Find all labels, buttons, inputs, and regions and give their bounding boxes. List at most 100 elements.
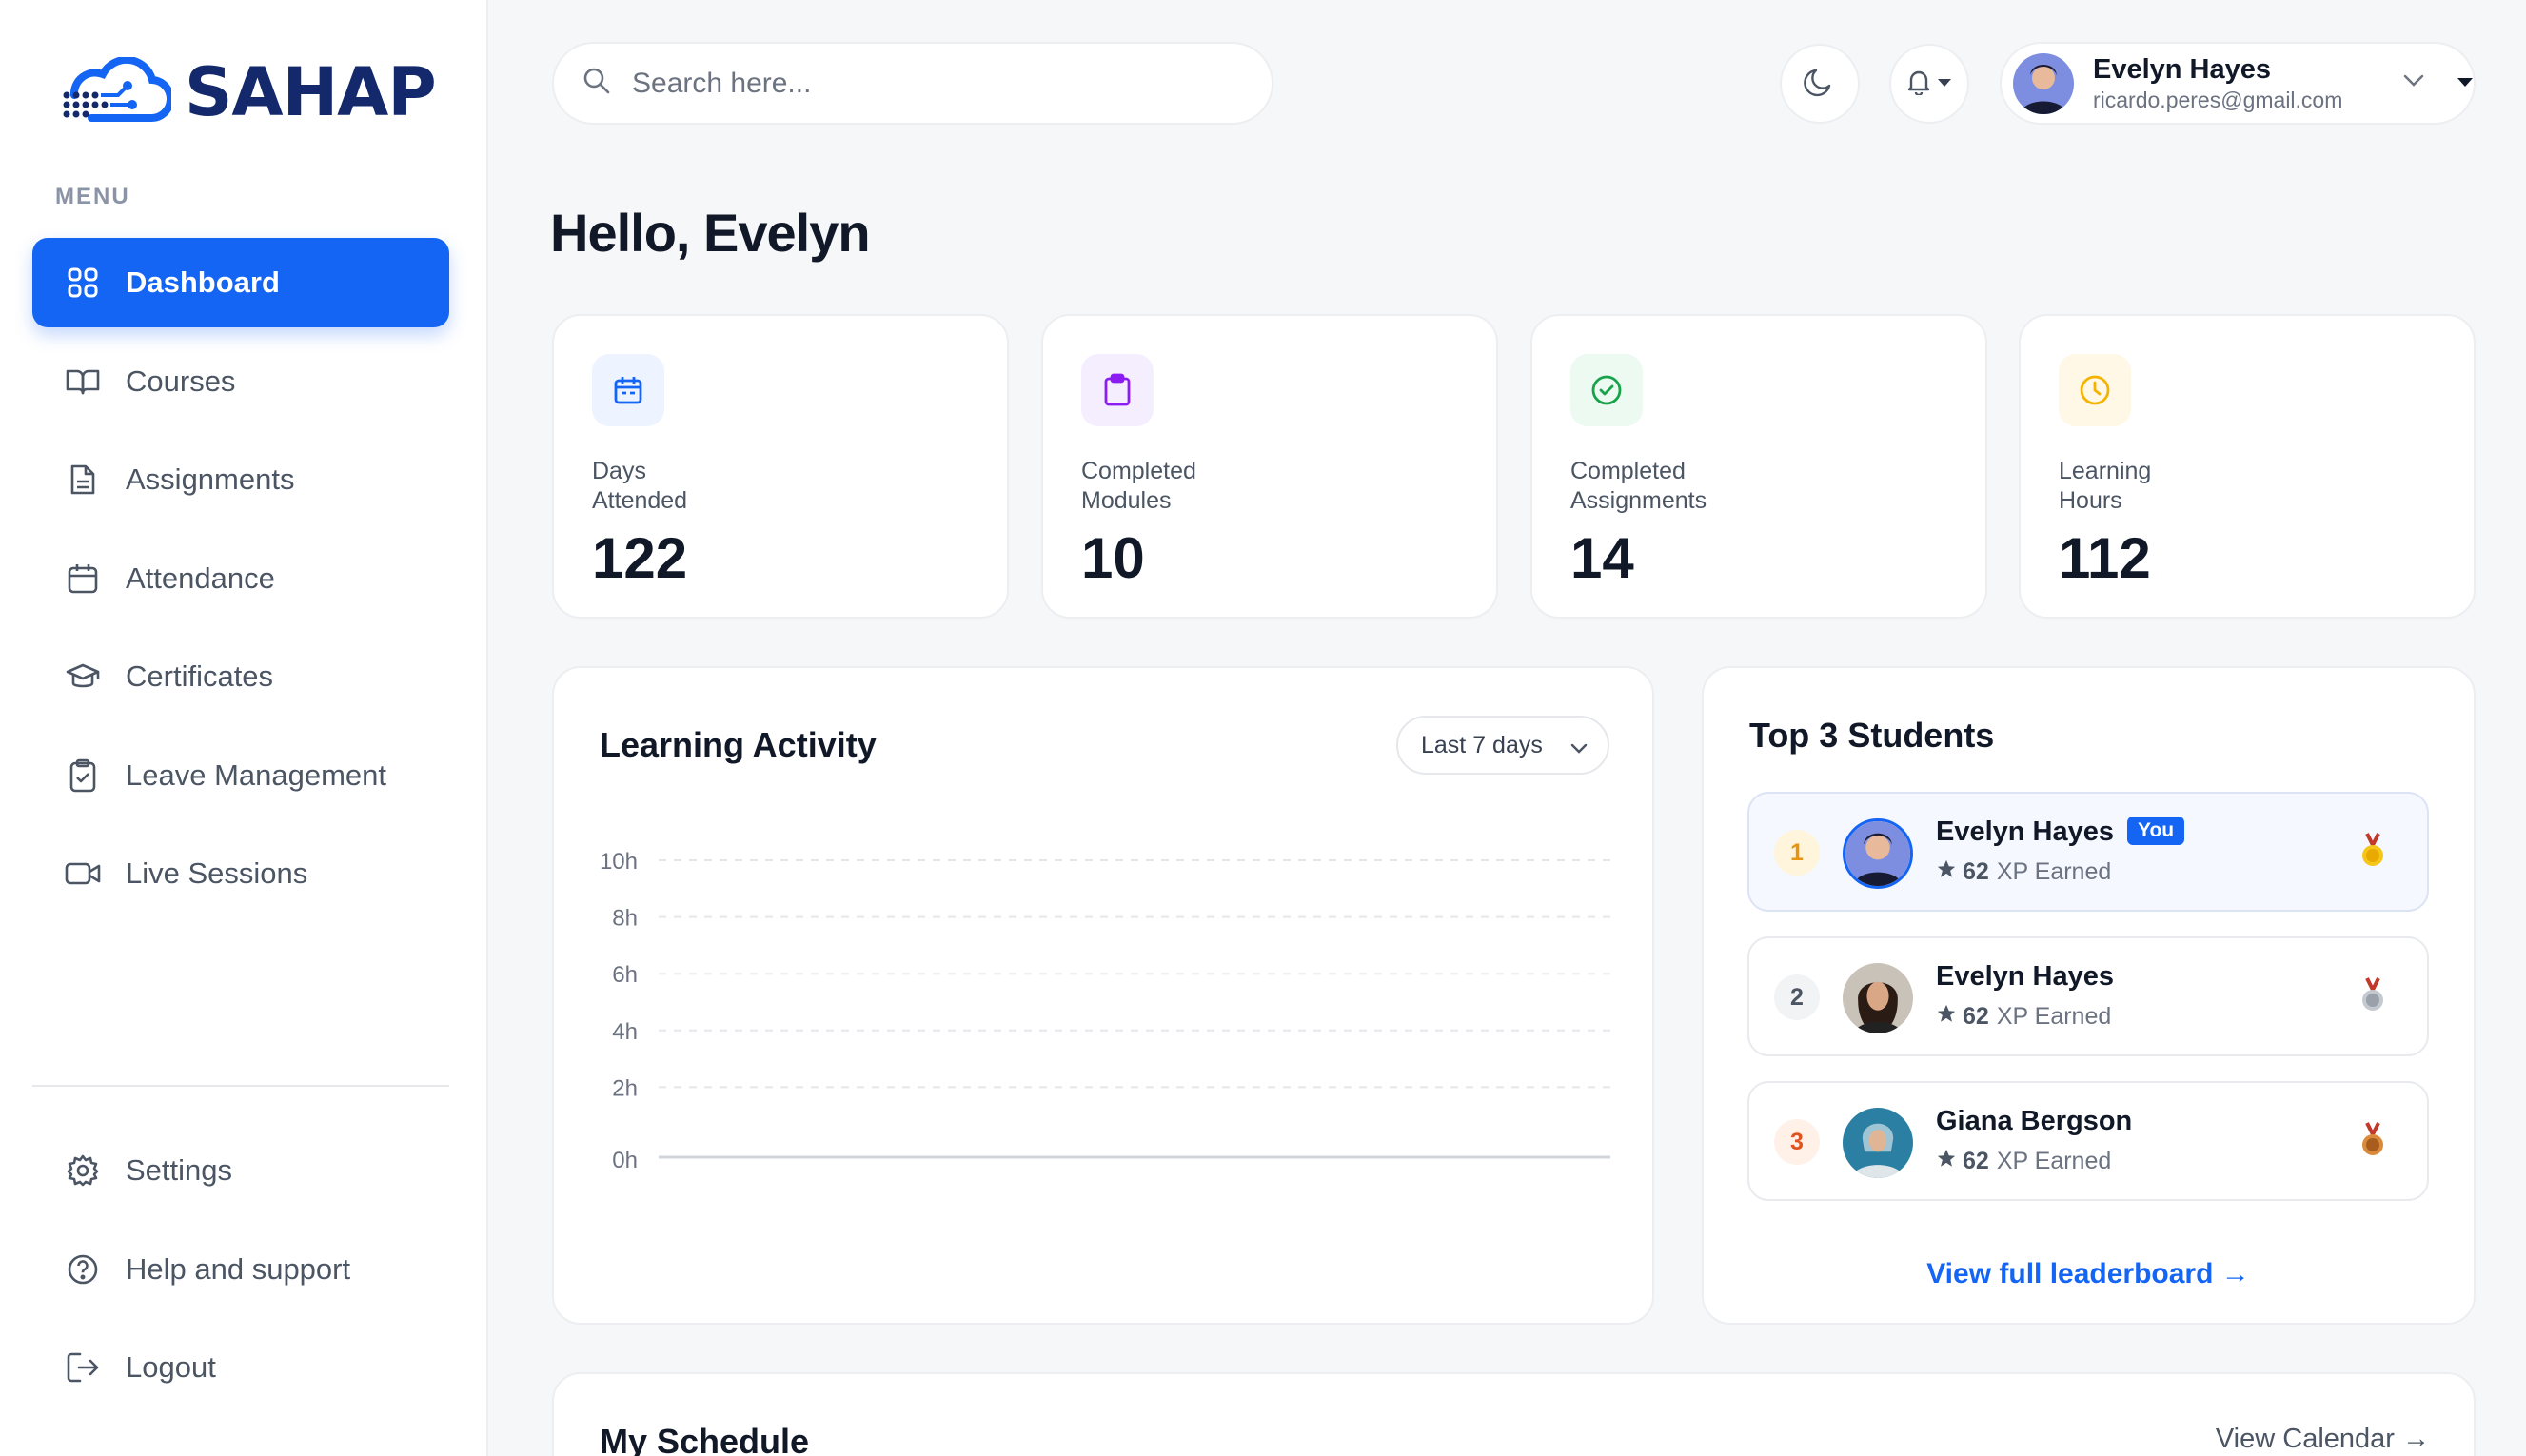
y-tick-label: 6h <box>612 962 638 988</box>
view-leaderboard-link[interactable]: View full leaderboard → <box>1704 1258 2473 1290</box>
clipboard-icon <box>1081 354 1154 426</box>
y-tick-label: 8h <box>612 906 638 932</box>
star-icon <box>1936 858 1957 886</box>
bell-icon <box>1906 69 1931 100</box>
video-icon <box>65 856 101 892</box>
file-text-icon <box>65 462 101 498</box>
gear-icon <box>65 1152 101 1189</box>
user-email: ricardo.peres@gmail.com <box>2093 87 2343 112</box>
clock-icon <box>2059 354 2131 426</box>
theme-toggle-button[interactable] <box>1780 44 1860 124</box>
sidebar-item-courses[interactable]: Courses <box>32 337 449 426</box>
secondary-nav: Settings Help and support Logout <box>32 1126 449 1422</box>
sidebar-item-help[interactable]: Help and support <box>32 1225 449 1314</box>
chevron-down-icon <box>1569 735 1589 762</box>
panel-title: Top 3 Students <box>1749 716 1995 755</box>
search-icon <box>582 67 611 100</box>
stat-value: 10 <box>1081 526 1145 590</box>
moon-icon <box>1803 65 1837 104</box>
sidebar-item-certificates[interactable]: Certificates <box>32 632 449 721</box>
menu-label: MENU <box>55 184 130 209</box>
sidebar-item-label: Leave Management <box>126 758 387 792</box>
stat-label: Completed Assignments <box>1570 458 1707 514</box>
sidebar-item-label: Dashboard <box>126 266 280 299</box>
stat-card-days-attended: Days Attended 122 <box>552 314 1009 619</box>
notifications-button[interactable] <box>1889 44 1969 124</box>
sidebar-item-label: Logout <box>126 1350 216 1384</box>
stat-card-learning-hours: Learning Hours 112 <box>2019 314 2476 619</box>
avatar <box>2013 52 2074 114</box>
student-name: Evelyn Hayes <box>1936 961 2115 992</box>
schedule-panel: My Schedule View Calendar → <box>552 1372 2476 1456</box>
search-bar[interactable] <box>552 42 1273 125</box>
sidebar-item-logout[interactable]: Logout <box>32 1323 449 1412</box>
sidebar-item-label: Live Sessions <box>126 856 308 890</box>
sidebar-item-label: Certificates <box>126 659 274 693</box>
sidebar-item-label: Attendance <box>126 561 275 595</box>
sidebar-item-label: Assignments <box>126 462 295 496</box>
rank-badge: 3 <box>1774 1119 1820 1165</box>
sidebar-item-label: Courses <box>126 364 236 398</box>
stat-value: 122 <box>592 526 688 590</box>
student-xp: 62 XP Earned <box>1936 1148 2111 1175</box>
sidebar: SAHAP MENU Dashboard Courses Assignments <box>0 0 488 1456</box>
sidebar-item-live-sessions[interactable]: Live Sessions <box>32 829 449 918</box>
rank-badge: 2 <box>1774 974 1820 1020</box>
cloud-logo-icon <box>63 57 171 122</box>
user-name: Evelyn Hayes <box>2093 53 2272 85</box>
stat-value: 14 <box>1570 526 1634 590</box>
panel-title: Learning Activity <box>600 725 877 764</box>
search-input[interactable] <box>632 67 1222 100</box>
main-nav: Dashboard Courses Assignments Attendance… <box>32 238 449 928</box>
help-circle-icon <box>65 1251 101 1288</box>
brand-logo[interactable]: SAHAP <box>59 53 437 131</box>
leaderboard-row[interactable]: 1 Evelyn Hayes You 62 XP Earned <box>1747 792 2429 912</box>
graduation-cap-icon <box>65 659 101 695</box>
student-name: Giana Bergson <box>1936 1106 2133 1136</box>
y-tick-label: 10h <box>600 849 638 875</box>
y-tick-label: 2h <box>612 1075 638 1101</box>
sidebar-item-dashboard[interactable]: Dashboard <box>32 238 449 327</box>
sidebar-divider <box>32 1085 449 1087</box>
star-icon <box>1936 1003 1957 1031</box>
book-open-icon <box>65 364 101 400</box>
y-tick-label: 0h <box>612 1148 638 1173</box>
student-name: Evelyn Hayes You <box>1936 817 2185 848</box>
date-range-value: Last 7 days <box>1421 731 1543 758</box>
leaderboard-row[interactable]: 2 Evelyn Hayes 62 XP Earned <box>1747 936 2429 1056</box>
date-range-select[interactable]: Last 7 days <box>1396 716 1609 775</box>
learning-activity-panel: Learning Activity Last 7 days 10h 8h 6h 4h 2… <box>552 666 1654 1325</box>
panel-title: My Schedule <box>600 1422 810 1456</box>
avatar <box>1843 1108 1913 1178</box>
sidebar-item-leave-management[interactable]: Leave Management <box>32 731 449 820</box>
sidebar-item-assignments[interactable]: Assignments <box>32 435 449 524</box>
stat-label: Completed Modules <box>1081 458 1196 514</box>
leaderboard-row[interactable]: 3 Giana Bergson 62 XP Earned <box>1747 1081 2429 1201</box>
avatar <box>1843 963 1913 1033</box>
view-calendar-link[interactable]: View Calendar → <box>2216 1424 2430 1455</box>
stat-label: Days Attended <box>592 458 688 514</box>
check-circle-icon <box>1570 354 1643 426</box>
leaderboard-panel: Top 3 Students 1 Evelyn Hayes You 62 XP Ea… <box>1702 666 2476 1325</box>
sidebar-item-label: Settings <box>126 1153 233 1187</box>
page-title: Hello, Evelyn <box>550 203 871 263</box>
caret-down-icon <box>2457 75 2474 92</box>
silver-medal-icon <box>2360 976 2385 1019</box>
clipboard-check-icon <box>65 758 101 794</box>
y-tick-label: 4h <box>612 1019 638 1045</box>
stat-value: 112 <box>2059 526 2151 590</box>
star-icon <box>1936 1148 1957 1175</box>
avatar <box>1843 818 1913 889</box>
user-menu[interactable]: Evelyn Hayes ricardo.peres@gmail.com <box>2000 42 2476 125</box>
sidebar-item-settings[interactable]: Settings <box>32 1126 449 1215</box>
logout-icon <box>65 1349 101 1386</box>
activity-chart: 10h 8h 6h 4h 2h 0h <box>600 849 1610 1173</box>
brand-name: SAHAP <box>185 53 437 131</box>
grid-icon <box>65 265 101 301</box>
stat-card-completed-modules: Completed Modules 10 <box>1041 314 1498 619</box>
calendar-icon <box>592 354 664 426</box>
sidebar-item-attendance[interactable]: Attendance <box>32 534 449 623</box>
stat-card-completed-assignments: Completed Assignments 14 <box>1530 314 1987 619</box>
student-xp: 62 XP Earned <box>1936 1003 2111 1031</box>
rank-badge: 1 <box>1774 830 1820 876</box>
